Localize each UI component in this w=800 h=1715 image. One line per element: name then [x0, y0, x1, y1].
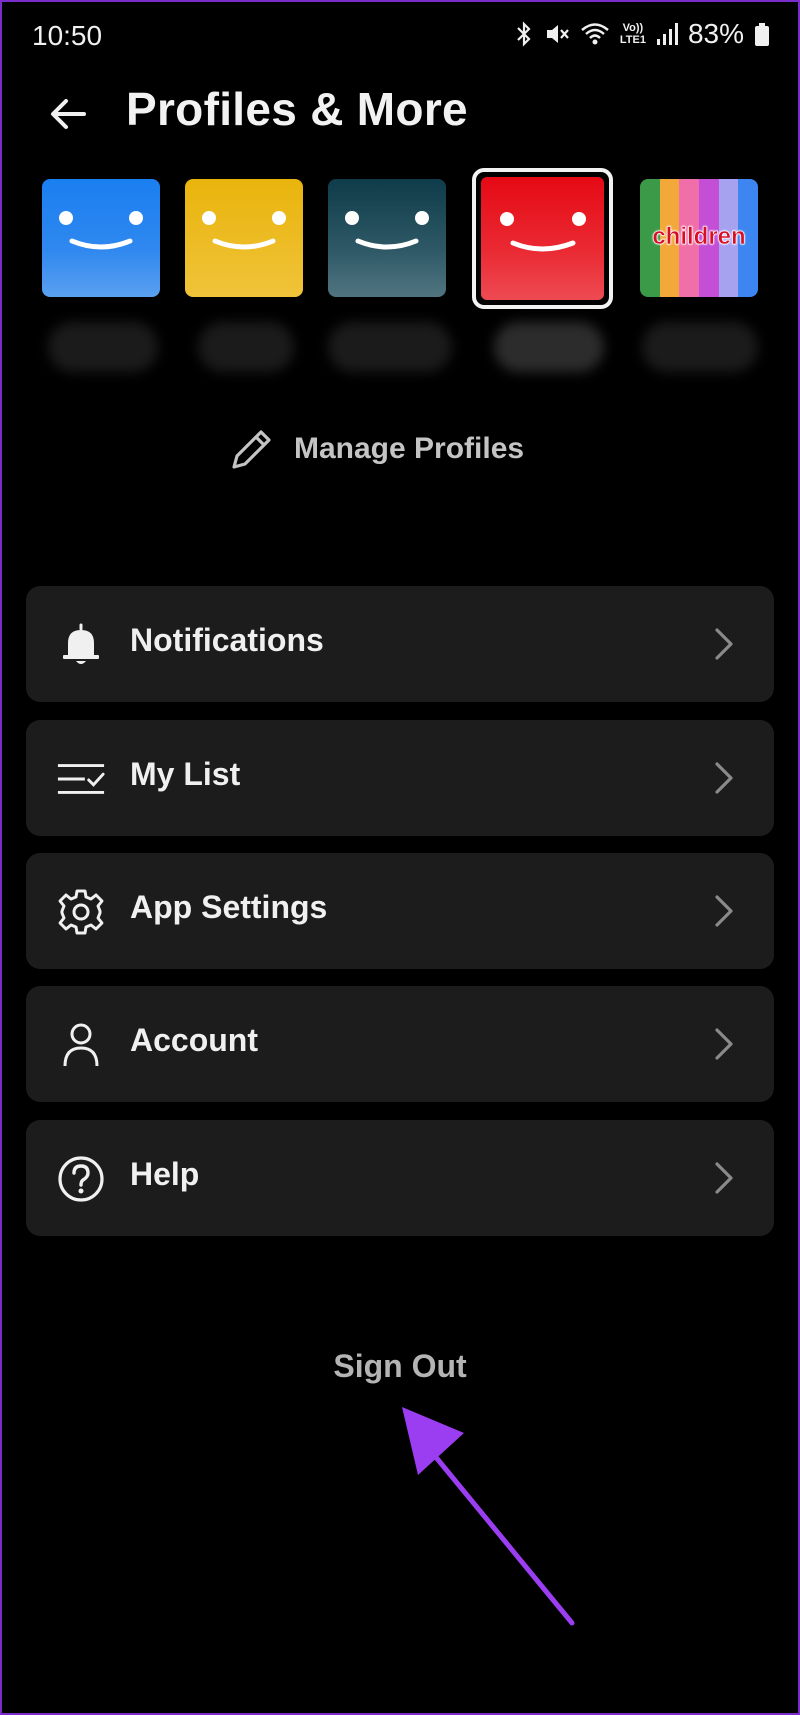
- menu-item-account[interactable]: Account: [26, 986, 774, 1102]
- bell-icon: [56, 620, 106, 670]
- chevron-right-icon: [715, 628, 733, 660]
- lte-top: Vo)): [622, 22, 644, 34]
- manage-profiles-label: Manage Profiles: [294, 432, 525, 465]
- menu-item-my-list[interactable]: My List: [26, 720, 774, 836]
- chevron-right-icon: [715, 762, 733, 794]
- header: Profiles & More: [0, 72, 800, 182]
- smiley-face-icon: [202, 211, 286, 250]
- profile-avatar-kids[interactable]: children: [640, 179, 758, 297]
- menu-item-app-settings[interactable]: App Settings: [26, 853, 774, 969]
- sign-out-button[interactable]: Sign Out: [0, 1348, 800, 1385]
- signal-icon: [656, 21, 678, 47]
- menu-item-label: Help: [130, 1156, 200, 1192]
- profile-name-blurred: [198, 322, 294, 372]
- profile-avatar-red: [481, 177, 604, 300]
- chevron-right-icon: [715, 1028, 733, 1060]
- arrow-left-icon: [51, 99, 86, 129]
- smiley-face-icon: [59, 211, 143, 250]
- wifi-icon: [580, 21, 610, 47]
- profile-avatar-blue[interactable]: [42, 179, 160, 297]
- status-icons: Vo)) LTE1 83%: [514, 18, 770, 50]
- mute-icon: [544, 21, 570, 47]
- gear-icon: [56, 887, 106, 937]
- pencil-icon: [232, 430, 271, 469]
- menu-item-help[interactable]: Help: [26, 1120, 774, 1236]
- menu-item-label: Account: [130, 1022, 258, 1058]
- list-check-icon: [56, 754, 106, 804]
- profile-avatar-red-selected[interactable]: [472, 168, 613, 309]
- chevron-right-icon: [715, 1162, 733, 1194]
- bluetooth-icon: [514, 21, 534, 47]
- back-button[interactable]: [44, 90, 92, 138]
- lte-bottom: LTE1: [619, 34, 646, 46]
- smiley-face-icon: [500, 212, 586, 252]
- page-title: Profiles & More: [126, 83, 468, 135]
- profile-avatar-teal[interactable]: [328, 179, 446, 297]
- annotation-arrow-icon: [402, 1407, 575, 1626]
- menu-item-notifications[interactable]: Notifications: [26, 586, 774, 702]
- menu-item-label: App Settings: [130, 889, 328, 925]
- profile-name-blurred: [642, 322, 758, 372]
- menu-item-label: My List: [130, 756, 241, 792]
- kids-logo: children: [652, 223, 746, 251]
- profile-name-blurred: [494, 322, 604, 372]
- battery-percent: 83%: [687, 18, 744, 49]
- menu-item-label: Notifications: [130, 622, 324, 658]
- battery-icon: [754, 21, 770, 47]
- person-icon: [56, 1020, 106, 1070]
- status-bar: 10:50 Vo)) LTE1 83%: [0, 0, 800, 72]
- help-icon: [56, 1154, 106, 1204]
- smiley-face-icon: [345, 211, 429, 250]
- profile-name-blurred: [48, 322, 158, 372]
- manage-profiles-button[interactable]: Manage Profiles: [228, 425, 524, 473]
- lte-indicator: Vo)) LTE1: [620, 22, 646, 46]
- profile-name-blurred: [328, 322, 452, 372]
- chevron-right-icon: [715, 895, 733, 927]
- profile-avatar-yellow[interactable]: [185, 179, 303, 297]
- status-time: 10:50: [32, 20, 103, 51]
